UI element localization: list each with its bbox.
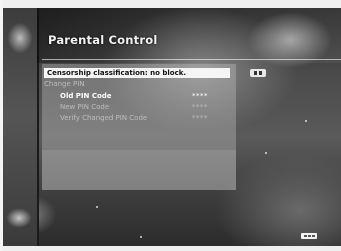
background-sparkle xyxy=(96,206,98,208)
menu-panel-footer xyxy=(42,150,236,190)
new-pin-input[interactable]: **** xyxy=(192,102,208,112)
new-pin-label: New PIN Code xyxy=(60,103,110,111)
old-pin-input[interactable]: **** xyxy=(192,91,208,101)
lock-toggle-icon[interactable] xyxy=(250,69,266,77)
screen-frame-top xyxy=(0,0,341,8)
ok-button-icon[interactable] xyxy=(301,233,317,239)
change-pin-item[interactable]: Change PIN xyxy=(44,79,85,89)
title-divider xyxy=(42,59,341,60)
background-sparkle xyxy=(305,120,307,122)
background-sparkle xyxy=(140,236,142,238)
verify-pin-label: Verify Changed PIN Code xyxy=(60,114,148,122)
page-title: Parental Control xyxy=(48,33,158,47)
side-decor-panel xyxy=(3,8,39,246)
background-sparkle xyxy=(265,152,267,154)
screen-frame-bottom xyxy=(0,246,341,251)
old-pin-label: Old PIN Code xyxy=(60,92,112,100)
censorship-classification-item[interactable]: Censorship classification: no block. xyxy=(44,68,230,78)
verify-pin-input[interactable]: **** xyxy=(192,113,208,123)
